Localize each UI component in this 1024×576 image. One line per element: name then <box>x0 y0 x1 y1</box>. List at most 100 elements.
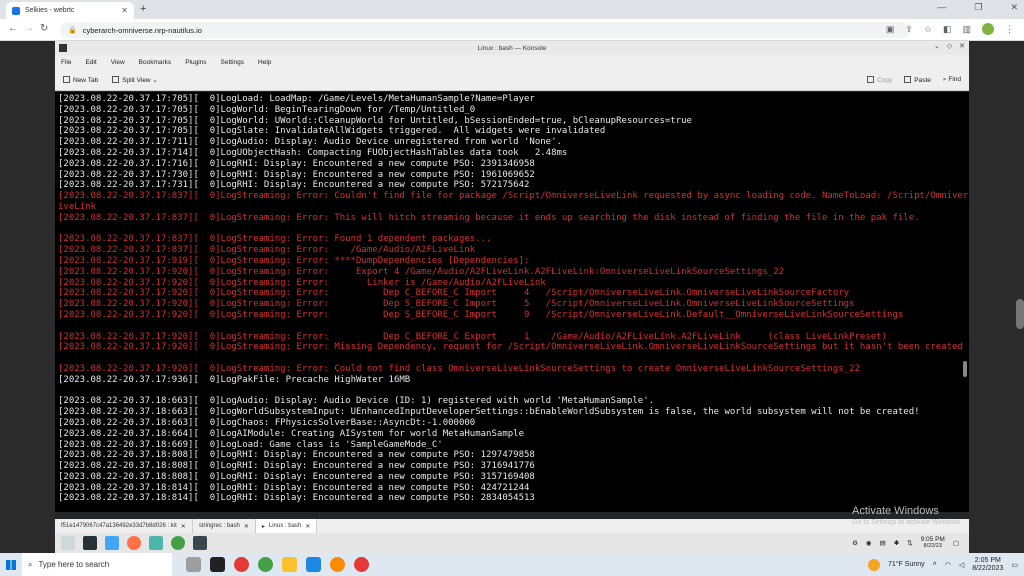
terminal-app-icon[interactable] <box>83 536 97 550</box>
konsole-maximize-icon[interactable]: ◇ <box>947 42 952 50</box>
terminal-line: [2023.08.22-20.37.18:808][ 0]LogRHI: Dis… <box>58 471 535 482</box>
menu-bookmarks[interactable]: Bookmarks <box>139 59 172 66</box>
find-button[interactable]: ⌕ Find <box>943 76 961 84</box>
terminal-line: [2023.08.22-20.37.18:814][ 0]LogRHI: Dis… <box>58 482 530 493</box>
windows-system-tray: 71°F Sunny ˄ ◠ ◁ 2:05 PM 8/22/2023 ▭ <box>867 557 1024 573</box>
cast-icon[interactable]: ▣ <box>886 24 895 35</box>
vscode-icon[interactable] <box>306 557 321 572</box>
close-window-icon[interactable]: ✕ <box>1010 2 1018 13</box>
remote-time: 9:05 PM <box>920 536 945 543</box>
menu-file[interactable]: File <box>61 59 71 66</box>
terminal-line: [2023.08.22-20.37.18:663][ 0]LogChaos: F… <box>58 417 476 428</box>
chrome-icon-3[interactable] <box>354 557 369 572</box>
remote-desktop: Linux : bash — Konsole ⌄ ◇ ✕ File Edit V… <box>0 41 1024 553</box>
address-bar[interactable]: 🔒 cyberarch-omniverse.nrp-nautilus.io <box>60 22 910 38</box>
windows-clock[interactable]: 2:05 PM 8/22/2023 <box>972 557 1003 573</box>
window-controls: — ❐ ✕ <box>937 2 1018 13</box>
new-tab-icon[interactable]: + <box>140 3 146 15</box>
terminal-scrollbar[interactable] <box>963 361 967 377</box>
konsole-tab-stringrec[interactable]: stringrec : bash ✕ <box>193 519 256 533</box>
show-desktop-icon[interactable]: ▢ <box>953 539 959 547</box>
task-view-icon[interactable] <box>186 557 201 572</box>
konsole-toolbar: New Tab Split View ⌄ Copy Paste ⌕ Find <box>55 69 969 91</box>
selkies-favicon-icon <box>12 6 20 15</box>
terminal-line: [2023.08.22-20.37.17:919][ 0]LogStreamin… <box>58 255 530 266</box>
file-explorer-icon[interactable] <box>282 557 297 572</box>
back-icon[interactable]: ← <box>8 23 18 34</box>
taskbar-date: 8/22/2023 <box>972 564 1004 572</box>
sidebar-icon[interactable]: ▥ <box>962 24 971 35</box>
konsole-tab-kit[interactable]: f51e1479067c47a136492e33d7b8d026 : kit ✕ <box>55 519 193 533</box>
terminal-line: iveLink <box>58 201 96 212</box>
konsole-minimize-icon[interactable]: ⌄ <box>934 42 940 50</box>
bookmark-star-icon[interactable]: ☆ <box>924 24 932 35</box>
menu-help[interactable]: Help <box>258 59 271 66</box>
page-scroll-handle[interactable] <box>1016 299 1024 329</box>
restore-icon[interactable]: ❐ <box>974 2 982 13</box>
close-tab-icon[interactable]: ✕ <box>244 523 249 530</box>
close-tab-icon[interactable]: ✕ <box>121 6 128 15</box>
terminal-line: [2023.08.22-20.37.18:814][ 0]LogRHI: Dis… <box>58 493 535 504</box>
menu-kebab-icon[interactable]: ⋮ <box>1005 24 1014 35</box>
forward-icon[interactable]: → <box>24 23 34 34</box>
terminal-line: [2023.08.22-20.37.18:808][ 0]LogRHI: Dis… <box>58 461 535 472</box>
share-icon[interactable]: ⇪ <box>905 24 913 35</box>
terminal-output[interactable]: [2023.08.22-20.37.17:705][ 0]LogLoad: Lo… <box>55 92 969 512</box>
volume-icon[interactable]: ◉ <box>866 539 872 547</box>
konsole-tab-label: stringrec : bash <box>198 523 240 529</box>
split-view-label: Split View <box>122 76 151 84</box>
menu-settings[interactable]: Settings <box>221 59 245 66</box>
chrome-icon[interactable] <box>234 557 249 572</box>
remote-clock[interactable]: 9:05 PM 8/22/23 <box>921 536 945 550</box>
taskbar-search[interactable]: ⌕ Type here to search <box>22 553 172 576</box>
activate-windows-title: Activate Windows <box>852 505 939 517</box>
dolphin-icon[interactable] <box>149 536 163 550</box>
close-tab-icon[interactable]: ✕ <box>181 523 186 530</box>
chevron-up-icon[interactable]: ˄ <box>933 561 937 568</box>
start-button[interactable] <box>0 553 22 576</box>
terminal-line: [2023.08.22-20.37.17:716][ 0]LogRHI: Dis… <box>58 158 535 169</box>
nvidia-omniverse-icon[interactable] <box>171 536 185 550</box>
paste-button[interactable]: Paste <box>904 75 931 84</box>
updates-icon[interactable]: ⇅ <box>907 539 912 547</box>
extensions-icon[interactable]: ◧ <box>943 24 952 35</box>
chrome-profile-icon[interactable] <box>258 557 273 572</box>
browser-tab[interactable]: Selkies - webrtc ✕ <box>6 2 134 19</box>
minimize-icon[interactable]: — <box>937 2 946 13</box>
wifi-icon[interactable]: ◠ <box>945 561 951 569</box>
weather-text[interactable]: 71°F Sunny <box>888 561 925 568</box>
notification-icon[interactable]: ▭ <box>1011 561 1018 569</box>
split-view-button[interactable]: Split View ⌄ <box>112 75 158 84</box>
terminal-line: [2023.08.22-20.37.17:837][ 0]LogStreamin… <box>58 212 920 223</box>
weather-icon[interactable] <box>867 558 880 571</box>
konsole-task-icon[interactable] <box>193 536 207 550</box>
terminal-line: [2023.08.22-20.37.18:669][ 0]LogLoad: Ga… <box>58 439 443 450</box>
copy-button[interactable]: Copy <box>867 75 892 84</box>
file-manager-icon[interactable] <box>105 536 119 550</box>
menu-plugins[interactable]: Plugins <box>185 59 206 66</box>
browser-toolbar-icons: ▣ ⇪ ☆ ◧ ▥ ⋮ <box>886 23 1014 35</box>
terminal-line: [2023.08.22-20.37.17:920][ 0]LogStreamin… <box>58 288 850 299</box>
terminal-taskbar-icon[interactable] <box>210 557 225 572</box>
terminal-line: [2023.08.22-20.37.17:837][ 0]LogStreamin… <box>58 234 492 245</box>
profile-avatar[interactable] <box>982 23 994 35</box>
firefox-icon[interactable] <box>127 536 141 550</box>
close-tab-icon[interactable]: ✕ <box>305 523 310 530</box>
clipboard-icon[interactable]: ▤ <box>880 539 886 547</box>
url-text: cyberarch-omniverse.nrp-nautilus.io <box>82 25 202 35</box>
speaker-icon[interactable]: ◁ <box>959 561 964 569</box>
network-icon[interactable]: ⚙ <box>852 539 858 547</box>
terminal-line: [2023.08.22-20.37.17:705][ 0]LogWorld: B… <box>58 104 476 115</box>
app-launcher-icon[interactable] <box>61 536 75 550</box>
reload-icon[interactable]: ↻ <box>40 23 48 34</box>
menu-edit[interactable]: Edit <box>85 59 96 66</box>
menu-view[interactable]: View <box>111 59 125 66</box>
konsole-app-icon <box>59 44 67 52</box>
bluetooth-icon[interactable]: ✱ <box>894 539 899 547</box>
new-tab-button[interactable]: New Tab <box>63 75 98 84</box>
konsole-close-icon[interactable]: ✕ <box>959 42 965 50</box>
chrome-icon-2[interactable] <box>330 557 345 572</box>
paste-icon <box>904 75 912 83</box>
konsole-tab-linux[interactable]: ▸ Linux : bash ✕ <box>255 519 318 533</box>
